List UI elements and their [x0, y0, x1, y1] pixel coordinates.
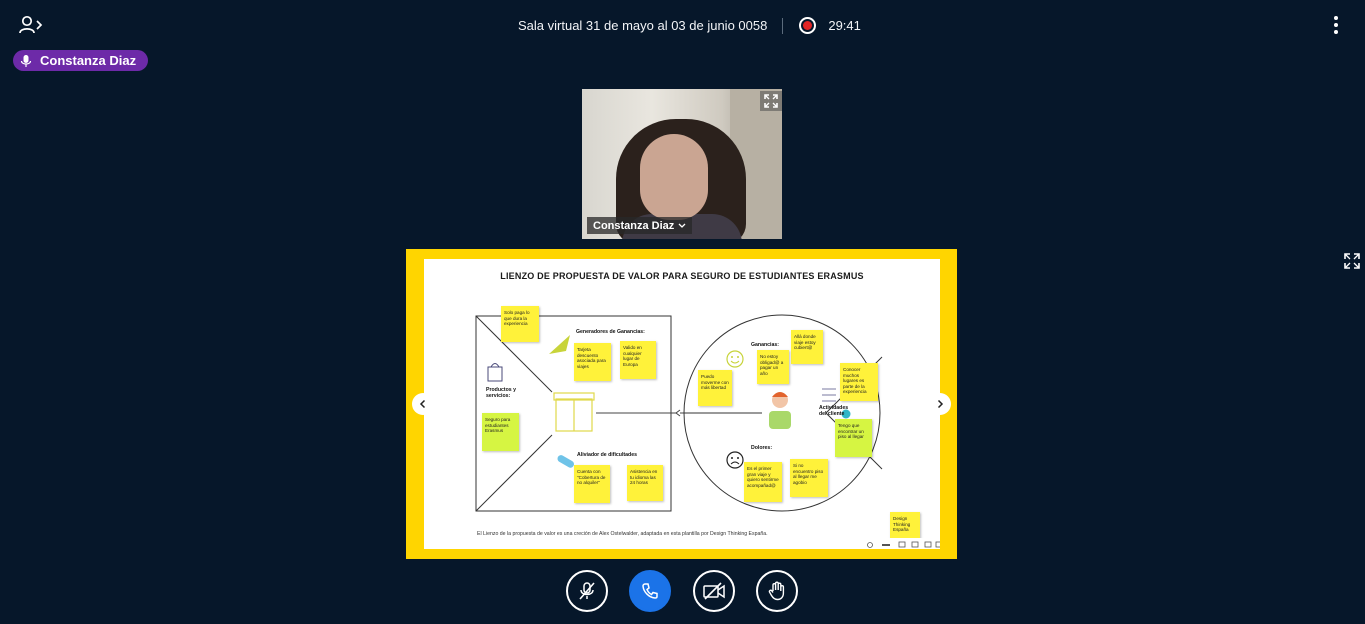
- recording-time: 29:41: [828, 18, 861, 33]
- mute-button[interactable]: [566, 570, 608, 612]
- sticky-note: Tengo que encontrar un piso al llegar: [835, 419, 872, 457]
- slide-footer: El Lienzo de la propuesta de valor es un…: [477, 531, 768, 537]
- sticky-note: No estoy obligad@ a pagar un año: [757, 350, 789, 384]
- camera-off-icon: [703, 582, 725, 600]
- raise-hand-button[interactable]: [756, 570, 798, 612]
- chevron-left-icon[interactable]: [412, 393, 434, 415]
- leave-audio-button[interactable]: [629, 570, 671, 612]
- sticky-note: Valido en cualquier lugar de Europa: [620, 341, 656, 379]
- presentation-area: LIENZO DE PROPUESTA DE VALOR PARA SEGURO…: [406, 249, 957, 559]
- sticky-note: Si no encuentro piso al llegar me agobio: [790, 459, 828, 497]
- canvas-diagram: [475, 314, 883, 512]
- session-title: Sala virtual 31 de mayo al 03 de junio 0…: [518, 18, 768, 33]
- sticky-note: Seguro para estudiantes Erasmus: [482, 413, 519, 451]
- label-pain-relievers: Aliviador de dificultades: [577, 452, 637, 458]
- kebab-icon[interactable]: [1330, 16, 1342, 36]
- camera-button[interactable]: [693, 570, 735, 612]
- users-icon[interactable]: [18, 14, 44, 36]
- presentation-slide: LIENZO DE PROPUESTA DE VALOR PARA SEGURO…: [424, 259, 940, 549]
- sticky-note: Tarjeta descuento asociada para viajes: [574, 343, 611, 381]
- microphone-icon: [20, 54, 32, 67]
- sticky-note: Cuenta con "Cobertura de no alquiler": [574, 465, 610, 503]
- sticky-note: Design Thinking España: [890, 512, 920, 540]
- sticky-note: Allá donde viaje estoy cubiert@: [791, 330, 823, 364]
- microphone-muted-icon: [579, 582, 595, 600]
- sticky-note: Solo paga lo que dura la experiencia: [501, 306, 539, 342]
- label-products: Productos y servicios:: [486, 387, 516, 399]
- raise-hand-icon: [768, 581, 785, 601]
- sticky-note: Asistencia en tu idioma las 24 horas: [627, 465, 663, 501]
- expand-icon[interactable]: [760, 91, 782, 111]
- webcam-video[interactable]: Constanza Diaz: [582, 89, 782, 239]
- sticky-note: Es el primer gran viaje y quiero sentirm…: [744, 462, 782, 502]
- webcam-name: Constanza Diaz: [593, 219, 675, 232]
- recording-icon[interactable]: [799, 17, 817, 34]
- chevron-down-icon: [678, 223, 686, 228]
- sticky-note: Conocer muchos lugares es parte de la ex…: [840, 363, 878, 401]
- expand-icon[interactable]: [1341, 250, 1363, 272]
- chevron-right-icon[interactable]: [929, 393, 951, 415]
- talking-indicator[interactable]: Constanza Diaz: [13, 50, 149, 71]
- label-pains: Dolores:: [751, 445, 773, 451]
- talker-name: Constanza Diaz: [40, 53, 137, 68]
- webcam-name-tag[interactable]: Constanza Diaz: [587, 217, 693, 234]
- header-divider: [782, 17, 784, 34]
- label-gains-creators: Generadores de Ganancias:: [576, 329, 645, 335]
- sticky-note: Puedo moverme con más libertad: [698, 370, 732, 406]
- call-controls: [0, 570, 1365, 614]
- label-gains: Ganancias:: [751, 342, 779, 348]
- webcam-person-face: [640, 134, 708, 220]
- label-jobs: Actividades del cliente: [819, 405, 849, 417]
- slide-toolbar: [864, 538, 940, 549]
- top-bar: Sala virtual 31 de mayo al 03 de junio 0…: [0, 0, 1365, 50]
- session-header: Sala virtual 31 de mayo al 03 de junio 0…: [518, 17, 861, 34]
- phone-icon: [642, 583, 658, 599]
